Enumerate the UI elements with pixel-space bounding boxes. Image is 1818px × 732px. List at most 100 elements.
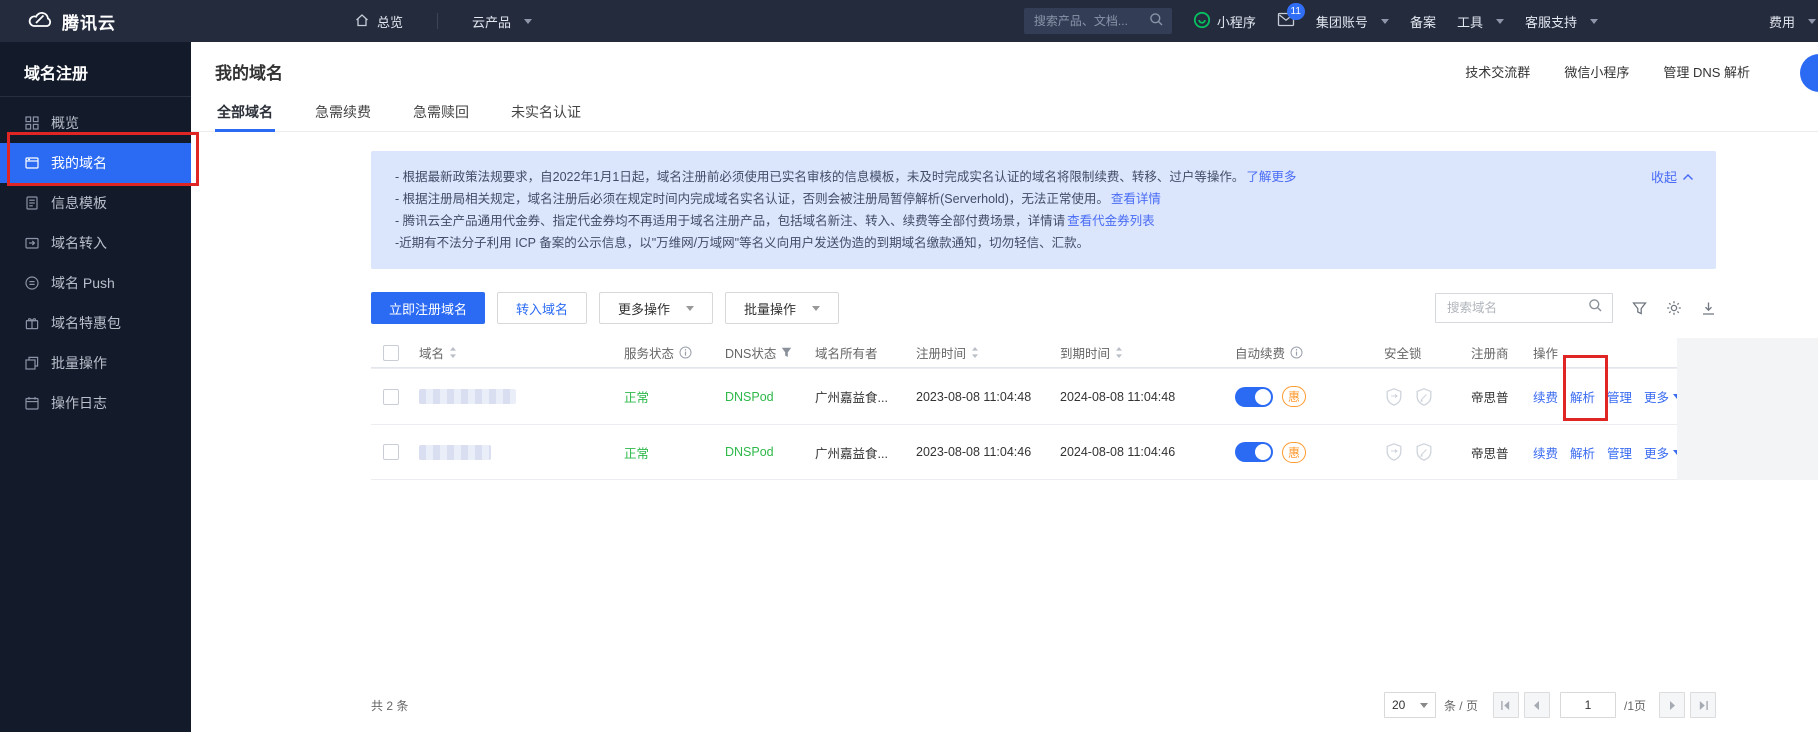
promo-badge: 惠 (1282, 442, 1306, 463)
prev-page-button[interactable] (1524, 692, 1550, 718)
sort-icon[interactable] (449, 346, 457, 359)
main-content: 我的域名 技术交流群 微信小程序 管理 DNS 解析 全部域名 急需续费 急需赎… (191, 42, 1818, 732)
sidebar-item-special-package[interactable]: 域名特惠包 (0, 303, 191, 343)
filter-funnel-icon[interactable] (781, 347, 792, 358)
header-domain[interactable]: 域名 (415, 343, 610, 362)
tab-all-domains[interactable]: 全部域名 (215, 100, 275, 131)
toolbar: 立即注册域名 转入域名 更多操作 批量操作 (371, 292, 1716, 324)
sidebar: 域名注册 概览 我的域名 信息模板 域名转入 域名 Push (0, 42, 191, 732)
chevron-down-icon (812, 306, 820, 311)
more-link[interactable]: 更多 (1644, 387, 1681, 406)
voucher-list-link[interactable]: 查看代金券列表 (1067, 214, 1155, 228)
shield-transfer-icon (1384, 442, 1404, 462)
page-total-label: /1页 (1624, 697, 1646, 714)
select-all-checkbox[interactable] (383, 345, 399, 361)
layers-icon (24, 355, 40, 371)
manage-link[interactable]: 管理 (1607, 443, 1632, 462)
link-tech-group[interactable]: 技术交流群 (1465, 62, 1530, 81)
batch-operations-button[interactable]: 批量操作 (725, 292, 839, 324)
nav-products[interactable]: 云产品 (472, 12, 532, 31)
tab-not-verified[interactable]: 未实名认证 (509, 100, 583, 131)
service-status: 正常 (610, 387, 715, 406)
sidebar-item-batch-operations[interactable]: 批量操作 (0, 343, 191, 383)
sidebar-item-domain-push[interactable]: 域名 Push (0, 263, 191, 303)
next-page-button[interactable] (1659, 692, 1685, 718)
page-size-select[interactable]: 20 (1384, 692, 1436, 718)
notice-line: - 根据最新政策法规要求，自2022年1月1日起，域名注册前必须使用已实名审核的… (395, 166, 1606, 188)
search-icon[interactable] (1588, 298, 1603, 318)
sort-icon[interactable] (1115, 346, 1123, 359)
page-number-input[interactable] (1560, 692, 1616, 718)
domain-search-box[interactable] (1435, 293, 1613, 323)
renew-link[interactable]: 续费 (1533, 443, 1558, 462)
nav-group-account[interactable]: 集团账号 (1316, 12, 1389, 31)
auto-renew-toggle[interactable] (1235, 387, 1273, 407)
chevron-down-icon (1590, 19, 1598, 24)
transfer-in-button[interactable]: 转入域名 (497, 292, 587, 324)
search-icon[interactable] (1149, 12, 1164, 30)
table-row: 正常 DNSPod 广州嘉益食... 2023-08-08 11:04:48 2… (371, 368, 1677, 424)
header-security-lock: 安全锁 (1370, 343, 1460, 362)
topbar-search[interactable] (1024, 8, 1172, 34)
domain-table: 域名 服务状态 DNS状态 域名所有者 (371, 338, 1677, 480)
nav-beian[interactable]: 备案 (1410, 12, 1436, 31)
header-auto-renew: 自动续费 (1225, 343, 1370, 362)
table-row: 正常 DNSPod 广州嘉益食... 2023-08-08 11:04:46 2… (371, 424, 1677, 480)
register-domain-button[interactable]: 立即注册域名 (371, 292, 485, 324)
filter-icon[interactable] (1632, 301, 1647, 316)
more-link[interactable]: 更多 (1644, 443, 1681, 462)
nav-tools[interactable]: 工具 (1457, 12, 1504, 31)
expiration-time: 2024-08-08 11:04:48 (1050, 390, 1225, 404)
learn-more-link[interactable]: 了解更多 (1246, 170, 1296, 184)
header-reg-time[interactable]: 注册时间 (905, 343, 1050, 362)
chevron-down-icon (524, 19, 532, 24)
shield-transfer-icon (1384, 387, 1404, 407)
nav-billing[interactable]: 费用 (1769, 12, 1816, 31)
tab-need-redeem[interactable]: 急需赎回 (411, 100, 471, 131)
settings-gear-icon[interactable] (1666, 300, 1682, 316)
last-page-button[interactable] (1690, 692, 1716, 718)
sort-icon[interactable] (971, 346, 979, 359)
row-checkbox[interactable] (383, 389, 399, 405)
header-expire-time[interactable]: 到期时间 (1050, 343, 1225, 362)
row-checkbox[interactable] (383, 444, 399, 460)
more-operations-button[interactable]: 更多操作 (599, 292, 713, 324)
sidebar-item-overview[interactable]: 概览 (0, 103, 191, 143)
chevron-down-icon (686, 306, 694, 311)
domain-search-input[interactable] (1445, 300, 1588, 316)
resolve-link[interactable]: 解析 (1570, 387, 1595, 406)
tencent-cloud-logo[interactable]: 腾讯云 (0, 9, 116, 34)
topbar-right: 小程序 11 集团账号 备案 工具 客服支持 费用 (1024, 8, 1818, 34)
link-manage-dns[interactable]: 管理 DNS 解析 (1663, 62, 1750, 81)
domain-owner: 广州嘉益食... (805, 387, 905, 406)
manage-link[interactable]: 管理 (1607, 387, 1632, 406)
nav-overview[interactable]: 总览 (354, 12, 403, 31)
download-icon[interactable] (1701, 301, 1716, 316)
link-wechat-miniprogram[interactable]: 微信小程序 (1564, 62, 1629, 81)
renew-link[interactable]: 续费 (1533, 387, 1558, 406)
window-icon (24, 155, 40, 171)
expiration-time: 2024-08-08 11:04:46 (1050, 445, 1225, 459)
tab-need-renewal[interactable]: 急需续费 (313, 100, 373, 131)
page-header: 我的域名 技术交流群 微信小程序 管理 DNS 解析 (191, 42, 1818, 100)
sidebar-item-transfer-in[interactable]: 域名转入 (0, 223, 191, 263)
chevron-up-icon (1682, 173, 1694, 181)
resolve-link[interactable]: 解析 (1570, 443, 1595, 462)
dns-status: DNSPod (715, 390, 805, 404)
auto-renew-toggle[interactable] (1235, 442, 1273, 462)
info-icon[interactable] (679, 346, 692, 359)
sidebar-item-operation-logs[interactable]: 操作日志 (0, 383, 191, 423)
security-locks (1370, 387, 1460, 407)
toolbar-right (1435, 293, 1716, 323)
first-page-button[interactable] (1493, 692, 1519, 718)
collapse-notice-button[interactable]: 收起 (1651, 167, 1694, 186)
sidebar-divider (0, 96, 191, 97)
sidebar-item-my-domains[interactable]: 我的域名 (0, 143, 191, 183)
view-details-link[interactable]: 查看详情 (1111, 192, 1161, 206)
nav-support[interactable]: 客服支持 (1525, 12, 1598, 31)
topbar-search-input[interactable] (1032, 13, 1149, 29)
nav-messages[interactable]: 11 (1277, 12, 1295, 30)
sidebar-item-info-template[interactable]: 信息模板 (0, 183, 191, 223)
nav-miniprogram[interactable]: 小程序 (1193, 11, 1256, 32)
info-icon[interactable] (1290, 346, 1303, 359)
